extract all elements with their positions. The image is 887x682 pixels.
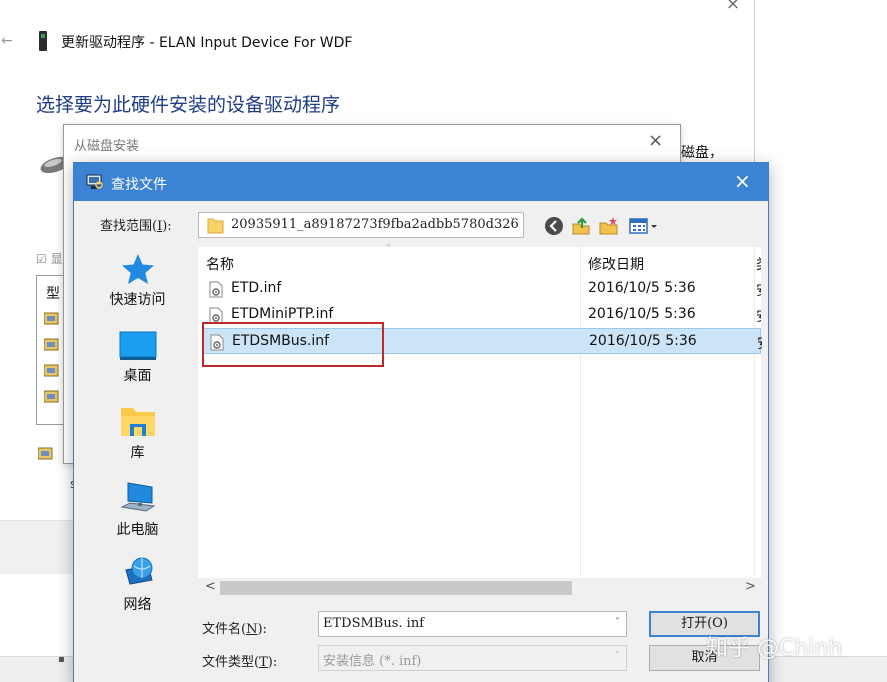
column-header-type[interactable]: 类	[756, 254, 761, 274]
places-label: 桌面	[123, 368, 152, 384]
disk-driver-icon	[38, 447, 53, 460]
file-type: 安	[756, 306, 761, 326]
chevron-down-icon: ˅	[510, 217, 515, 228]
file-date: 2016/10/5 5:36	[588, 306, 696, 322]
places-label: 快速访问	[109, 292, 166, 308]
star-icon	[121, 254, 154, 284]
file-name: ETDMiniPTP.inf	[231, 306, 334, 322]
places-this-pc[interactable]: 此电脑	[100, 481, 175, 539]
filename-label: 文件名(N):	[202, 622, 267, 637]
computer-icon	[119, 482, 155, 512]
disk-dialog-close-button[interactable]: ×	[648, 131, 663, 151]
scroll-right-arrow-icon[interactable]: >	[745, 579, 756, 594]
horizontal-scrollbar[interactable]: < >	[198, 578, 761, 598]
wizard-title: 更新驱动程序 - ELAN Input Device For WDF	[61, 35, 353, 51]
look-in-label: 查找范围(I):	[100, 219, 172, 234]
scrollbar-thumb[interactable]	[220, 581, 572, 595]
filetype-select[interactable]: 安装信息 (*. inf) ˅	[318, 645, 627, 671]
file-date: 2016/10/5 5:36	[588, 280, 696, 296]
filename-input[interactable]: ETDSMBus. inf ˅	[318, 611, 627, 637]
filetype-label: 文件类型(T):	[202, 655, 278, 670]
wizard-close-button[interactable]: ×	[722, 0, 744, 14]
wizard-heading: 选择要为此硬件安装的设备驱动程序	[36, 94, 341, 116]
driver-icon	[44, 364, 59, 377]
sort-caret-icon: ˆ	[386, 244, 391, 255]
model-list-header: 型	[46, 286, 60, 302]
library-icon	[120, 408, 155, 436]
find-file-dialog: 查找文件 × 查找范围(I): 20935911_a89187273f9fba2…	[73, 162, 769, 682]
file-type: 安	[756, 280, 761, 300]
highlight-annotation	[202, 322, 384, 367]
places-network[interactable]: 网络	[100, 556, 175, 614]
places-label: 此电脑	[116, 522, 159, 538]
device-icon	[39, 31, 47, 51]
new-folder-icon[interactable]	[599, 216, 619, 236]
file-type: 安	[757, 333, 762, 353]
up-folder-icon[interactable]	[571, 216, 591, 236]
find-dialog-titlebar[interactable]: 查找文件 ×	[74, 163, 768, 201]
scroll-left-arrow-icon[interactable]: <	[205, 579, 216, 594]
back-arrow-icon[interactable]: ←	[1, 33, 13, 49]
file-list[interactable]: ˆ 名称 修改日期 类 ETD.inf 2016/10/5 5:36 安 ETD…	[198, 244, 762, 598]
places-quick-access[interactable]: 快速访问	[100, 253, 175, 309]
partial-instruction-text: 磁盘，	[681, 145, 723, 161]
chevron-down-icon[interactable]: ˅	[615, 617, 620, 628]
disk-dialog-title: 从磁盘安装	[74, 139, 140, 154]
watermark: 知乎 @Chinh	[706, 636, 843, 661]
find-dialog-close-button[interactable]: ×	[734, 170, 751, 192]
file-name: ETD.inf	[231, 280, 282, 296]
find-dialog-title: 查找文件	[111, 177, 167, 193]
places-label: 网络	[123, 597, 152, 613]
chevron-down-icon[interactable]: ˅	[615, 651, 620, 662]
folder-icon	[207, 218, 224, 234]
places-desktop[interactable]: 桌面	[100, 331, 175, 385]
places-label: 库	[130, 445, 145, 461]
look-in-dropdown[interactable]: 20935911_a89187273f9fba2adbb5780d326 ˅	[198, 212, 524, 238]
show-compatible-checkbox[interactable]: ☑ 显	[36, 250, 63, 267]
column-header-date[interactable]: 修改日期	[588, 254, 644, 274]
view-menu-icon[interactable]	[629, 216, 659, 236]
network-icon	[124, 557, 153, 585]
driver-icon	[44, 312, 59, 325]
driver-icon	[44, 390, 59, 403]
file-row[interactable]: ETD.inf 2016/10/5 5:36 安	[202, 276, 761, 302]
computer-search-icon	[86, 174, 103, 189]
desktop-icon	[119, 331, 156, 360]
filetype-value: 安装信息 (*. inf)	[323, 654, 422, 669]
look-in-value: 20935911_a89187273f9fba2adbb5780d326	[231, 217, 519, 232]
dot-icon: ▪	[58, 654, 65, 665]
inf-file-icon	[209, 281, 223, 298]
filename-value: ETDSMBus. inf	[323, 616, 425, 631]
places-library[interactable]: 库	[100, 406, 175, 462]
back-icon[interactable]	[544, 216, 564, 236]
driver-icon	[44, 338, 59, 351]
file-date: 2016/10/5 5:36	[589, 333, 697, 349]
column-header-name[interactable]: 名称	[206, 254, 234, 274]
